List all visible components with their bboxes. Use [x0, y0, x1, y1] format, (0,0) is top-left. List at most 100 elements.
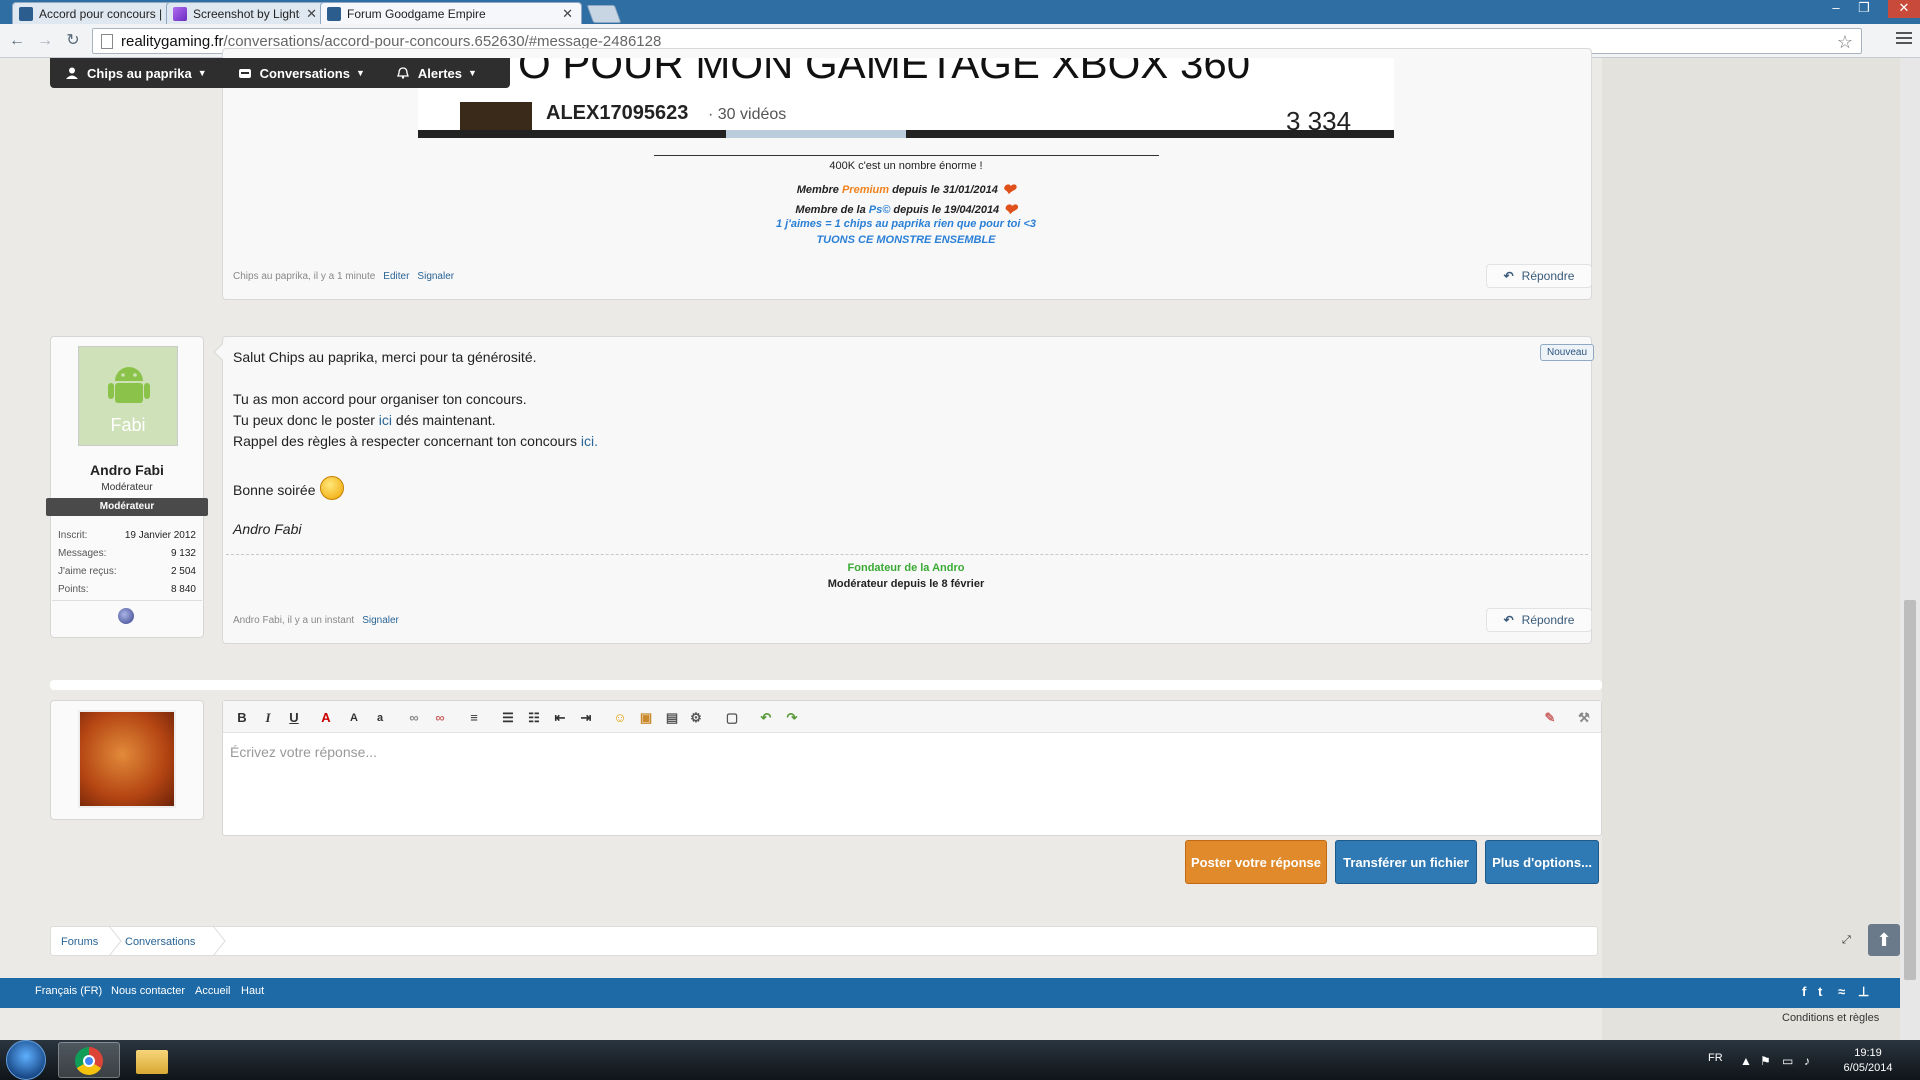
- reply-arrow-icon: ↶: [1503, 269, 1514, 283]
- rss-icon[interactable]: ≈: [1838, 984, 1845, 999]
- member-name[interactable]: Andro Fabi: [50, 462, 204, 478]
- post-reply-button[interactable]: Poster votre réponse: [1185, 840, 1327, 884]
- indent-icon[interactable]: ⇥: [577, 709, 595, 727]
- numbered-list-icon[interactable]: ☷: [525, 709, 543, 727]
- eraser-icon[interactable]: ✎: [1541, 709, 1559, 727]
- media-icon[interactable]: ▤: [663, 709, 681, 727]
- undo-icon[interactable]: ↶: [757, 709, 775, 727]
- network-icon[interactable]: ▭: [1782, 1054, 1793, 1068]
- reply-button[interactable]: ↶ Répondre: [1486, 264, 1592, 288]
- font-size-icon[interactable]: A: [345, 709, 363, 727]
- footer-link-language[interactable]: Français (FR): [35, 985, 102, 997]
- italic-icon[interactable]: I: [259, 709, 277, 727]
- explorer-folder-icon[interactable]: [128, 1042, 190, 1078]
- close-tab-icon[interactable]: ✕: [306, 6, 317, 22]
- user-icon: [66, 67, 78, 79]
- my-avatar[interactable]: [78, 710, 176, 808]
- scroll-to-top-icon[interactable]: ⬆: [1868, 924, 1900, 956]
- stat-value: 9 132: [170, 548, 196, 559]
- breadcrumb-conversations[interactable]: Conversations: [125, 936, 195, 948]
- page-icon: [101, 34, 113, 49]
- sticky-user-nav: Chips au paprika ▼ Conversations ▼ Alertes…: [50, 58, 510, 88]
- member-avatar[interactable]: Fabi: [78, 346, 178, 446]
- scrollbar-thumb[interactable]: [1904, 600, 1916, 980]
- edit-link[interactable]: Editer: [383, 271, 409, 282]
- message-line: Bonne soirée: [233, 476, 344, 500]
- sitemap-icon[interactable]: ⊥: [1858, 984, 1869, 1000]
- reply-button[interactable]: ↶ Répondre: [1486, 608, 1592, 632]
- conversations-menu[interactable]: Conversations ▼: [223, 58, 381, 88]
- new-tab-button[interactable]: [586, 5, 622, 23]
- bookmark-star-icon[interactable]: ☆: [1837, 32, 1853, 53]
- browser-menu-icon[interactable]: [1896, 32, 1912, 47]
- close-tab-icon[interactable]: ✕: [562, 6, 573, 22]
- link-icon[interactable]: ∞: [405, 709, 423, 727]
- post-meta: Chips au paprika, il y a 1 minute Editer S…: [233, 271, 454, 282]
- browser-tab-1[interactable]: Accord pour concours | Re: [12, 2, 174, 24]
- more-options-button[interactable]: Plus d'options...: [1485, 840, 1599, 884]
- report-link[interactable]: Signaler: [417, 271, 454, 282]
- sig-text: depuis le 31/01/2014: [889, 184, 998, 196]
- reload-icon[interactable]: ↻: [64, 32, 82, 50]
- source-mode-icon[interactable]: ⚒: [1575, 709, 1593, 727]
- stat-label: Inscrit:: [58, 530, 88, 541]
- action-center-flag-icon[interactable]: ⚑: [1760, 1054, 1771, 1068]
- new-badge: Nouveau: [1540, 344, 1594, 361]
- bold-icon[interactable]: B: [233, 709, 251, 727]
- breadcrumb-forums[interactable]: Forums: [61, 936, 98, 948]
- user-menu[interactable]: Chips au paprika ▼: [50, 58, 223, 88]
- embed-buttons[interactable]: [726, 130, 906, 138]
- close-window-icon[interactable]: ✕: [1888, 0, 1920, 18]
- volume-icon[interactable]: ♪: [1804, 1054, 1810, 1068]
- save-draft-icon[interactable]: ▢: [723, 709, 741, 727]
- outdent-icon[interactable]: ⇤: [551, 709, 569, 727]
- twitter-icon[interactable]: t: [1818, 984, 1822, 999]
- upload-file-button[interactable]: Transférer un fichier: [1335, 840, 1477, 884]
- footer-link-top[interactable]: Haut: [241, 985, 264, 997]
- back-arrow-icon[interactable]: ←: [8, 32, 26, 50]
- member-title: Modérateur: [101, 482, 153, 493]
- facebook-icon[interactable]: f: [1802, 984, 1806, 999]
- system-clock[interactable]: 19:19 6/05/2014: [1830, 1046, 1906, 1076]
- start-menu-icon[interactable]: [6, 1040, 46, 1080]
- redo-icon[interactable]: ↷: [783, 709, 801, 727]
- post-here-link[interactable]: ici: [379, 412, 392, 428]
- forward-arrow-icon[interactable]: →: [36, 32, 54, 50]
- chrome-taskbar-icon[interactable]: [58, 1042, 120, 1078]
- youtube-embed[interactable]: O POUR MON GAMETAGE XBOX 360 ALEX1709562…: [418, 58, 1394, 138]
- unlink-icon[interactable]: ∞: [431, 709, 449, 727]
- lightshot-feather-icon: [173, 6, 187, 21]
- minimize-window-icon[interactable]: –: [1822, 0, 1850, 18]
- wink-smiley-icon: [319, 476, 344, 500]
- alerts-menu[interactable]: Alertes ▼: [381, 58, 493, 88]
- input-language[interactable]: FR: [1708, 1052, 1723, 1064]
- stat-label: J'aime reçus:: [58, 566, 117, 577]
- restore-window-icon[interactable]: ❐: [1850, 0, 1878, 18]
- terms-link[interactable]: Conditions et règles: [1782, 1012, 1879, 1024]
- show-hidden-icons-icon[interactable]: ▲: [1740, 1054, 1752, 1068]
- underline-icon[interactable]: U: [285, 709, 303, 727]
- section-divider: [50, 680, 1602, 690]
- reply-placeholder[interactable]: Écrivez votre réponse...: [230, 744, 377, 760]
- inbox-icon: [238, 69, 251, 78]
- gear-icon[interactable]: ⚙: [687, 709, 705, 727]
- align-icon[interactable]: ≡: [465, 709, 483, 727]
- text-color-icon[interactable]: A: [317, 709, 335, 727]
- user-menu-label: Chips au paprika: [87, 65, 192, 81]
- alerts-label: Alertes: [417, 65, 462, 81]
- video-count: · 30 vidéos: [708, 106, 787, 123]
- browser-tab-2[interactable]: Screenshot by Lightshot ✕: [166, 2, 326, 24]
- popout-icon[interactable]: ⤢: [1842, 934, 1851, 947]
- bullet-list-icon[interactable]: ☰: [499, 709, 517, 727]
- smiley-icon[interactable]: ☺: [611, 709, 629, 727]
- member-stat: J'aime reçus: 2 504: [58, 566, 196, 577]
- rules-link[interactable]: ici.: [581, 433, 598, 449]
- footer-link-home[interactable]: Accueil: [195, 985, 230, 997]
- footer-link-contact[interactable]: Nous contacter: [111, 985, 185, 997]
- font-family-icon[interactable]: a: [371, 709, 389, 727]
- message-line: Salut Chips au paprika, merci pour ta gé…: [233, 349, 537, 365]
- report-link[interactable]: Signaler: [362, 615, 399, 626]
- image-icon[interactable]: ▣: [637, 709, 655, 727]
- globe-icon[interactable]: [118, 608, 134, 624]
- browser-tab-3[interactable]: Forum Goodgame Empire ✕: [320, 2, 582, 24]
